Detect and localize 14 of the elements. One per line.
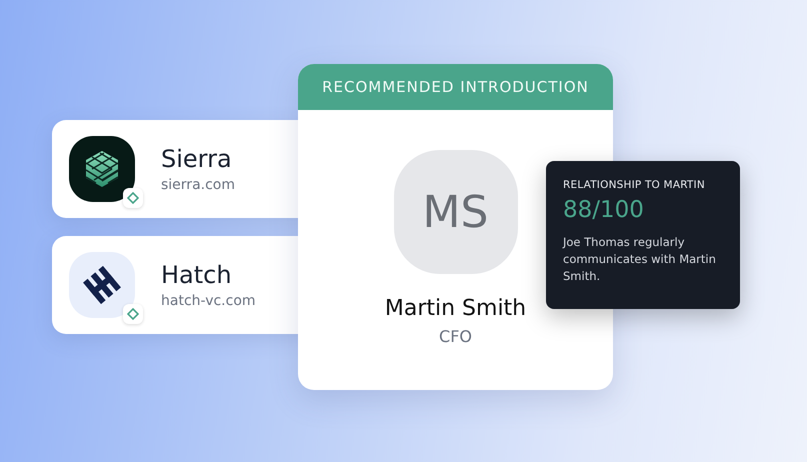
- avatar-initials: MS: [422, 186, 488, 238]
- header-title: RECOMMENDED INTRODUCTION: [322, 78, 589, 96]
- person-role: CFO: [439, 327, 472, 346]
- company-name: Hatch: [161, 261, 233, 289]
- company-domain: sierra.com: [161, 177, 235, 193]
- tooltip-title: RELATIONSHIP TO MARTIN: [563, 179, 706, 191]
- company-name: Sierra: [161, 145, 233, 173]
- relationship-score: 88/100: [563, 197, 645, 223]
- person-name: Martin Smith: [384, 296, 526, 321]
- diamond-icon: [123, 188, 143, 208]
- diamond-icon: [123, 304, 143, 324]
- relationship-description: Joe Thomas regularly communicates with Martin Smith.: [563, 234, 717, 285]
- company-domain: hatch-vc.com: [161, 293, 256, 309]
- h-mark-icon: [82, 265, 122, 305]
